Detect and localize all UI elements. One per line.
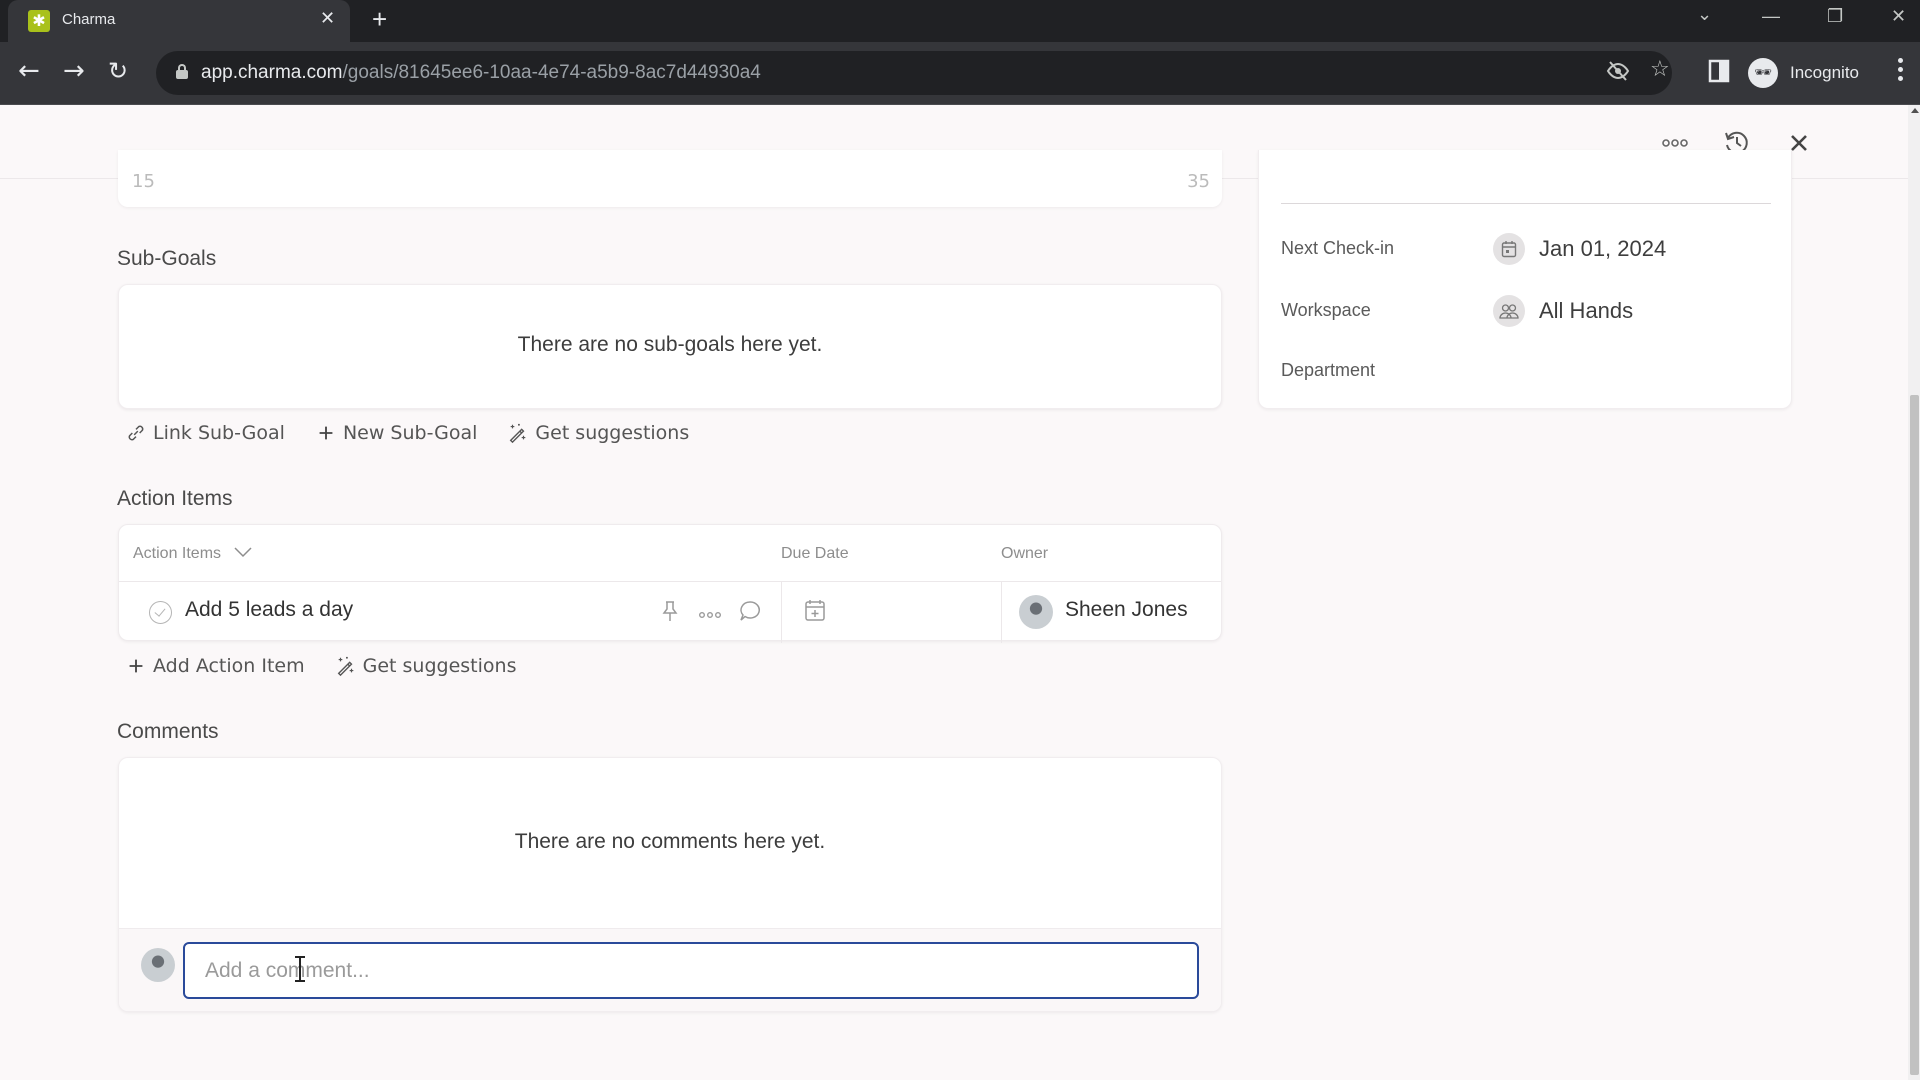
progress-range-start: 15 [132,171,155,192]
next-checkin-label: Next Check-in [1281,238,1395,258]
back-button[interactable]: ← [18,56,40,86]
add-action-item-button[interactable]: Add Action Item [125,655,305,677]
subgoals-list: There are no sub-goals here yet. [118,284,1222,409]
due-date-calendar-icon[interactable] [804,598,826,626]
browser-tab-bar: ✱ Charma ✕ + ⌄ — ❐ ✕ [0,0,1920,42]
calendar-icon [1493,233,1525,265]
browser-tab[interactable]: ✱ Charma ✕ [8,0,350,42]
plus-icon [319,426,333,440]
current-user-avatar [141,948,175,982]
incognito-profile-button[interactable]: 🕶 Incognito [1740,50,1895,96]
url-text[interactable]: app.charma.com/goals/81645ee6-10aa-4e74-… [201,62,761,84]
link-icon [128,425,144,441]
comments-section: There are no comments here yet. [118,757,1222,1012]
workspace-value[interactable]: All Hands [1539,298,1633,324]
comments-empty-text: There are no comments here yet. [514,830,826,853]
pin-icon[interactable] [661,600,679,626]
row-more-options-icon[interactable] [699,604,722,623]
subgoals-empty-text: There are no sub-goals here yet. [517,333,823,356]
table-row[interactable]: Add 5 leads a day Sheen Jones [119,581,1221,643]
incognito-label: Incognito [1790,63,1859,82]
goal-details-panel: Next Check-in Jan 01, 2024 Workspace All… [1258,150,1792,409]
address-bar[interactable]: app.charma.com/goals/81645ee6-10aa-4e74-… [156,51,1672,95]
owner-avatar[interactable] [1019,595,1053,629]
action-item-title[interactable]: Add 5 leads a day [185,598,353,622]
browser-menu-icon[interactable] [1898,58,1904,85]
reload-button[interactable]: ↻ [108,56,128,86]
subgoals-title: Sub-Goals [117,247,217,270]
column-divider [781,582,782,643]
new-tab-button[interactable]: + [372,4,387,35]
complete-checkbox-icon[interactable] [149,601,172,624]
users-icon [1493,295,1525,327]
charma-favicon-icon: ✱ [28,10,50,32]
window-close-button[interactable]: ✕ [1891,6,1906,27]
column-header-action-items[interactable]: Action Items [133,545,253,563]
tab-search-chevron-icon[interactable]: ⌄ [1697,4,1712,25]
action-items-title: Action Items [117,487,233,510]
scroll-up-arrow-icon[interactable] [1911,108,1919,113]
comments-title: Comments [117,720,219,743]
tab-close-icon[interactable]: ✕ [320,8,335,29]
owner-name[interactable]: Sheen Jones [1065,598,1188,622]
subgoal-suggestions-button[interactable]: Get suggestions [507,422,689,444]
restore-button[interactable]: ❐ [1827,6,1843,27]
new-subgoal-button[interactable]: New Sub-Goal [315,422,477,444]
action-item-suggestions-button[interactable]: Get suggestions [335,655,516,677]
eye-slash-icon[interactable] [1606,59,1630,89]
page-scrollbar-thumb[interactable] [1910,395,1919,1075]
magic-wand-icon [337,656,353,677]
plus-icon [129,659,143,673]
action-items-table: Action Items Due Date Owner Add 5 leads … [118,524,1222,643]
progress-range-end: 35 [1187,171,1210,192]
next-checkin-date[interactable]: Jan 01, 2024 [1539,236,1666,262]
workspace-label: Workspace [1281,300,1371,320]
subgoal-actions: Link Sub-Goal New Sub-Goal Get suggestio… [125,418,689,448]
forward-button[interactable]: → [63,56,85,86]
magic-wand-icon [510,423,526,444]
divider [1281,203,1771,204]
side-panel-icon[interactable] [1708,59,1730,87]
department-label: Department [1281,360,1376,380]
bookmark-star-icon[interactable]: ☆ [1650,57,1670,82]
minimize-button[interactable]: — [1762,6,1780,27]
tab-title: Charma [62,11,116,28]
comment-input[interactable] [183,942,1199,999]
lock-icon [176,64,188,80]
column-header-due-date: Due Date [781,545,849,562]
comment-icon[interactable] [739,600,761,626]
chevron-down-icon [234,547,253,558]
incognito-icon: 🕶 [1748,58,1778,88]
column-divider [1001,582,1002,643]
action-item-actions: Add Action Item Get suggestions [125,651,516,681]
goal-progress-card: 15 35 [118,150,1222,207]
browser-toolbar: ← → ↻ app.charma.com/goals/81645ee6-10aa… [0,42,1920,105]
link-subgoal-button[interactable]: Link Sub-Goal [125,422,285,444]
column-header-owner: Owner [1001,545,1049,562]
mouse-cursor-ibeam [295,956,305,982]
